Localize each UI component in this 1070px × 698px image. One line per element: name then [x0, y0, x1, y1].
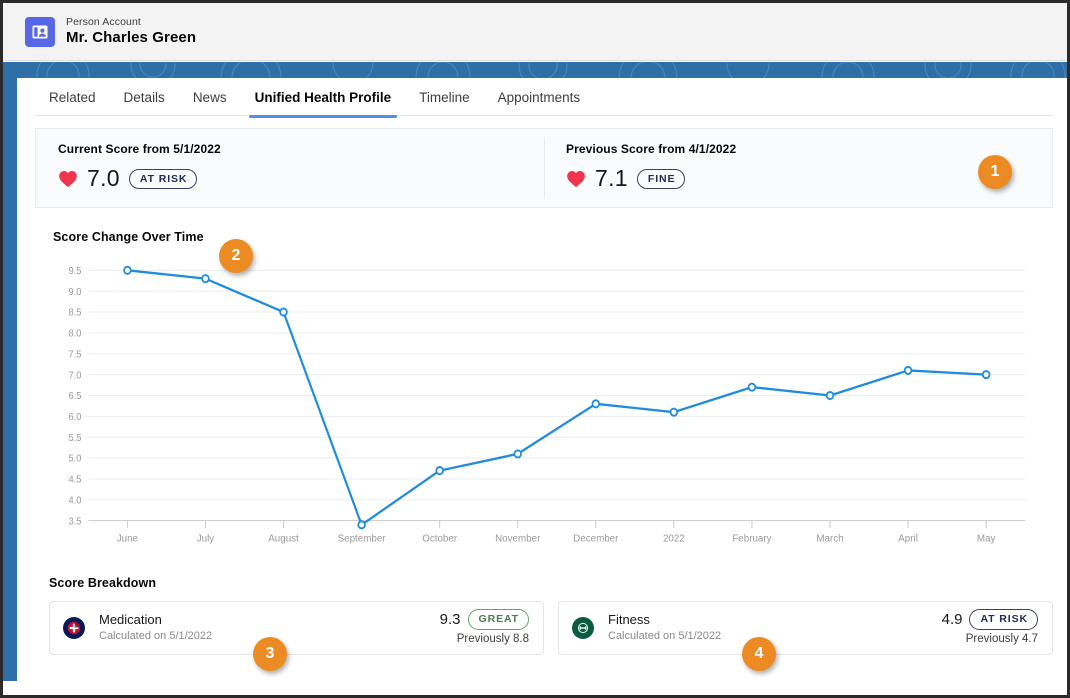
breakdown-fitness-previous: Previously 4.7 — [965, 633, 1038, 646]
medication-icon — [63, 617, 85, 639]
score-line-chart: 9.5 9.0 8.5 8.0 7.5 7.0 6.5 6.0 5.5 5.0 4.5 4.0 3.5 J… — [53, 264, 1035, 548]
svg-text:September: September — [338, 533, 387, 544]
record-left-rail — [3, 62, 17, 695]
svg-text:4.5: 4.5 — [69, 474, 82, 485]
svg-text:2022: 2022 — [663, 533, 685, 544]
svg-text:9.0: 9.0 — [69, 287, 82, 298]
svg-text:May: May — [977, 533, 996, 544]
breakdown-medication-scores: 9.3 GREAT Previously 8.8 — [439, 608, 529, 648]
breakdown-medication-text: Medication Calculated on 5/1/2022 — [99, 612, 212, 644]
chart-title: Score Change Over Time — [53, 230, 204, 244]
breakdown-fitness-score: 4.9 — [941, 610, 963, 628]
tab-news[interactable]: News — [179, 90, 241, 117]
svg-text:5.0: 5.0 — [69, 453, 82, 464]
svg-text:June: June — [117, 533, 139, 544]
breakdown-fitness-text: Fitness Calculated on 5/1/2022 — [608, 612, 721, 644]
svg-text:6.0: 6.0 — [69, 412, 82, 423]
svg-text:8.5: 8.5 — [69, 307, 82, 318]
breakdown-fitness-name: Fitness — [608, 612, 650, 627]
svg-text:August: August — [268, 533, 299, 544]
breakdown-fitness-score-line: 4.9 AT RISK — [941, 608, 1038, 631]
svg-text:October: October — [422, 533, 457, 544]
breakdown-medication-score-line: 9.3 GREAT — [439, 608, 529, 631]
callout-badge-2: 2 — [219, 239, 253, 273]
heart-icon — [59, 171, 77, 188]
account-type-label: Person Account — [66, 16, 141, 29]
current-score-row: 7.0 AT RISK — [58, 165, 544, 192]
tab-timeline[interactable]: Timeline — [405, 90, 484, 117]
account-identity: Person Account Mr. Charles Green — [66, 16, 196, 46]
previous-score-caption: Previous Score from 4/1/2022 — [566, 142, 737, 156]
svg-text:3.5: 3.5 — [69, 516, 82, 527]
breakdown-medication-name: Medication — [99, 612, 162, 627]
current-score-status-badge: AT RISK — [128, 168, 198, 189]
score-chart-panel: Score Change Over Time 9.5 9.0 8.5 8.0 7.5 7.… — [35, 216, 1053, 576]
previous-score-value: 7.1 — [595, 165, 628, 191]
svg-text:6.5: 6.5 — [69, 391, 82, 402]
svg-text:July: July — [197, 533, 215, 544]
fitness-icon — [572, 617, 594, 639]
person-account-icon — [25, 16, 55, 47]
svg-text:7.0: 7.0 — [69, 370, 82, 381]
svg-text:March: March — [816, 533, 843, 544]
breakdown-medication-score: 9.3 — [439, 610, 461, 628]
record-card: Related Details News Unified Health Prof… — [17, 78, 1067, 695]
breakdown-card-fitness[interactable]: Fitness Calculated on 5/1/2022 4.9 AT RI… — [558, 601, 1053, 655]
previous-score-status-badge: FINE — [636, 168, 686, 189]
account-name-title: Mr. Charles Green — [66, 29, 197, 47]
current-score-cell: Current Score from 5/1/2022 7.0 AT RISK — [36, 129, 544, 207]
callout-badge-3: 3 — [253, 637, 287, 671]
svg-text:November: November — [495, 533, 541, 544]
previous-score-cell: Previous Score from 4/1/2022 7.1 FINE — [544, 129, 1052, 207]
svg-text:February: February — [732, 533, 772, 544]
global-header: Person Account Mr. Charles Green — [3, 3, 1067, 61]
record-banner — [3, 62, 1067, 78]
tab-appointments[interactable]: Appointments — [484, 90, 595, 117]
heart-icon — [567, 171, 585, 188]
svg-text:7.5: 7.5 — [69, 349, 82, 360]
score-summary-strip: Current Score from 5/1/2022 7.0 AT RISK … — [35, 128, 1053, 208]
svg-text:9.5: 9.5 — [69, 266, 82, 277]
current-score-caption: Current Score from 5/1/2022 — [58, 142, 221, 156]
score-breakdown-list: Medication Calculated on 5/1/2022 9.3 GR… — [49, 601, 1053, 655]
svg-text:4.0: 4.0 — [69, 495, 82, 506]
tab-unified-health-profile[interactable]: Unified Health Profile — [241, 90, 406, 118]
tab-related[interactable]: Related — [35, 90, 110, 117]
svg-text:December: December — [573, 533, 619, 544]
breakdown-fitness-subtitle: Calculated on 5/1/2022 — [608, 630, 722, 643]
svg-text:8.0: 8.0 — [69, 328, 82, 339]
breakdown-medication-previous: Previously 8.8 — [456, 633, 529, 646]
callout-badge-4: 4 — [742, 637, 776, 671]
breakdown-medication-subtitle: Calculated on 5/1/2022 — [99, 630, 213, 643]
breakdown-card-medication[interactable]: Medication Calculated on 5/1/2022 9.3 GR… — [49, 601, 544, 655]
app-screen: Person Account Mr. Charles Green Related… — [0, 0, 1070, 698]
tab-details[interactable]: Details — [110, 90, 179, 117]
score-breakdown-title: Score Breakdown — [49, 576, 157, 590]
svg-text:April: April — [898, 533, 918, 544]
breakdown-medication-status-badge: GREAT — [467, 608, 529, 631]
breakdown-fitness-scores: 4.9 AT RISK Previously 4.7 — [941, 608, 1038, 648]
callout-badge-1: 1 — [978, 155, 1012, 189]
current-score-value: 7.0 — [87, 165, 120, 191]
breakdown-fitness-status-badge: AT RISK — [969, 608, 1038, 631]
svg-text:5.5: 5.5 — [69, 433, 82, 444]
record-tabs: Related Details News Unified Health Prof… — [35, 78, 1053, 118]
